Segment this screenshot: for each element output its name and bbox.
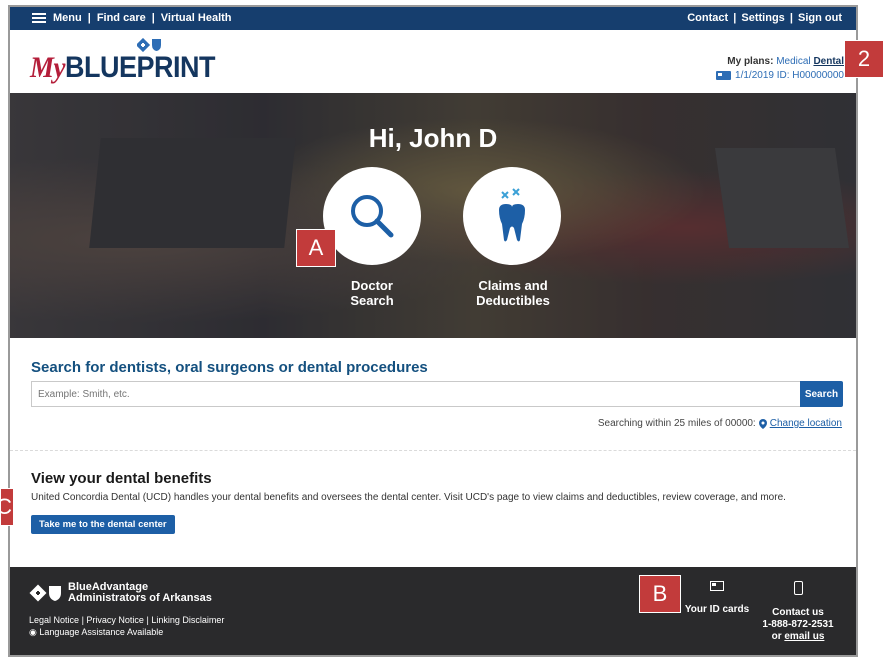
sign-out-link[interactable]: Sign out [798, 12, 842, 24]
my-plans: My plans: Medical Dental 1/1/2019 ID: H0… [716, 56, 844, 81]
site-footer: BlueAdvantage Administrators of Arkansas… [10, 567, 856, 655]
find-care-link[interactable]: Find care [97, 12, 146, 24]
hamburger-menu-icon[interactable] [32, 13, 46, 23]
contact-link[interactable]: Contact [687, 12, 728, 24]
callout-marker-a: A [296, 229, 336, 267]
change-location-link[interactable]: Change location [770, 418, 842, 429]
claims-deductibles-label[interactable]: Claims and Deductibles [453, 278, 573, 308]
hero-background-tablet [714, 148, 850, 248]
section-divider [10, 450, 856, 451]
language-assistance[interactable]: ◉ Language Assistance Available [29, 627, 163, 638]
site-header: MyBLUEPRINT My plans: Medical Dental 1/1… [10, 30, 856, 93]
search-section-title: Search for dentists, oral surgeons or de… [31, 359, 428, 376]
id-cards-label: Your ID cards [684, 604, 750, 615]
linking-disclaimer-link[interactable]: Linking Disclaimer [151, 615, 224, 625]
virtual-health-link[interactable]: Virtual Health [161, 12, 232, 24]
globe-icon: ◉ [29, 627, 37, 637]
phone-icon [793, 581, 803, 595]
callout-marker-c: C [0, 488, 14, 526]
doctor-search-button[interactable] [323, 167, 421, 265]
search-radius-text: Searching within 25 miles of 00000: [597, 418, 756, 429]
plan-dental-link[interactable]: Dental [813, 56, 844, 67]
logo-blueprint: BLUEPRINT [65, 50, 216, 84]
dental-center-button[interactable]: Take me to the dental center [31, 515, 175, 534]
top-nav-bar: Menu | Find care | Virtual Health Contac… [10, 7, 856, 30]
benefits-title: View your dental benefits [31, 470, 212, 487]
magnifier-icon [351, 195, 394, 238]
footer-brand: BlueAdvantage Administrators of Arkansas [29, 582, 212, 604]
logo-my: My [30, 50, 66, 84]
footer-separator: | [81, 615, 84, 625]
nav-separator: | [733, 12, 737, 24]
nav-separator: | [151, 12, 155, 24]
footer-separator: | [146, 615, 149, 625]
contact-or: or [771, 631, 782, 642]
search-button[interactable]: Search [800, 381, 843, 407]
benefits-description: United Concordia Dental (UCD) handles yo… [31, 492, 786, 503]
id-cards-link[interactable]: Your ID cards [682, 581, 752, 615]
contact-us-label: Contact us [772, 607, 824, 618]
footer-legal-links: Legal Notice | Privacy Notice | Linking … [29, 615, 224, 625]
doctor-search-label[interactable]: Doctor Search [322, 278, 422, 308]
claims-deductibles-button[interactable] [463, 167, 561, 265]
plans-label: My plans: [727, 56, 774, 67]
plan-medical-link[interactable]: Medical [776, 56, 810, 67]
blueadvantage-logo-icon [29, 584, 61, 602]
doctor-search-label-line1: Doctor [351, 278, 393, 293]
email-us-link[interactable]: email us [784, 631, 824, 642]
contact-us-block: Contact us 1-888-872-2531 or email us [758, 581, 838, 643]
claims-label-line2: Deductibles [476, 293, 550, 308]
callout-marker-b: B [639, 575, 681, 613]
hero-background-laptop [89, 138, 296, 248]
nav-separator: | [789, 12, 793, 24]
claims-label-line1: Claims and [478, 278, 548, 293]
settings-link[interactable]: Settings [741, 12, 784, 24]
myblueprint-logo[interactable]: MyBLUEPRINT [30, 50, 216, 84]
id-card-icon [716, 71, 732, 80]
search-radius-info: Searching within 25 miles of 00000: Chan… [598, 418, 842, 429]
hero-banner: Hi, John D Doctor Search Claims and Dedu… [10, 93, 856, 338]
privacy-notice-link[interactable]: Privacy Notice [86, 615, 144, 625]
footer-brand-line2: Administrators of Arkansas [68, 592, 212, 604]
legal-notice-link[interactable]: Legal Notice [29, 615, 79, 625]
greeting-heading: Hi, John D [368, 123, 498, 153]
app-frame: Menu | Find care | Virtual Health Contac… [8, 5, 858, 657]
tooth-icon [499, 188, 525, 242]
provider-search-input[interactable] [31, 381, 800, 407]
location-pin-icon [758, 418, 767, 429]
callout-marker-2: 2 [844, 40, 884, 78]
nav-separator: | [87, 12, 91, 24]
contact-phone[interactable]: 1-888-872-2531 [758, 619, 838, 631]
plan-id-text: 1/1/2019 ID: H00000000 [735, 70, 844, 81]
id-card-icon [710, 581, 724, 591]
menu-link[interactable]: Menu [53, 12, 82, 24]
doctor-search-label-line2: Search [350, 293, 394, 308]
language-assistance-link[interactable]: Language Assistance Available [39, 627, 163, 637]
